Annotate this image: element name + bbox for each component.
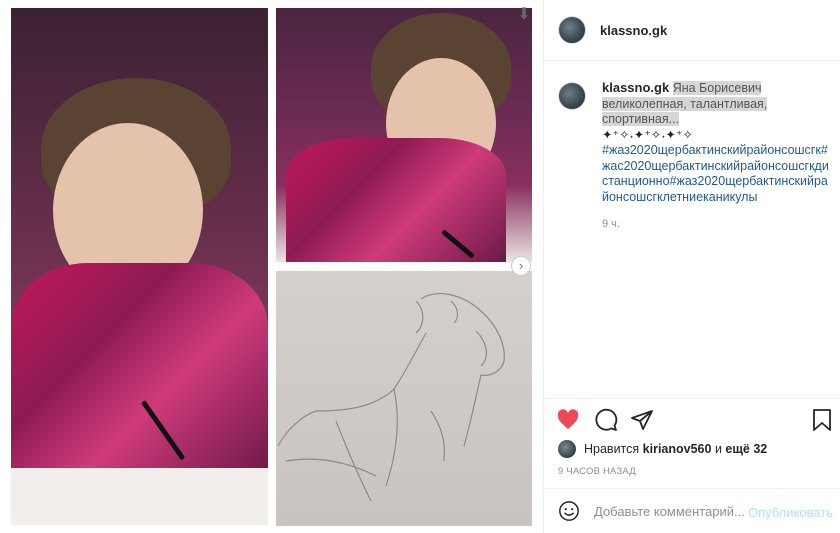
smiley-icon[interactable] bbox=[558, 500, 580, 522]
bookmark-icon[interactable] bbox=[810, 408, 834, 432]
post-header: klassno.gk bbox=[544, 0, 840, 61]
instagram-post: ⬇ › klassno.gk klassno.gk Яна Борисевич … bbox=[0, 0, 840, 533]
post-side-panel: klassno.gk klassno.gk Яна Борисевич вели… bbox=[543, 0, 840, 533]
post-media[interactable]: ⬇ › bbox=[0, 0, 543, 533]
collage-photo-girl-closeup bbox=[276, 8, 532, 262]
likes-prefix: Нравится bbox=[584, 442, 640, 456]
caption-body: klassno.gk Яна Борисевич великолепная, т… bbox=[602, 80, 832, 233]
shirt bbox=[286, 138, 506, 262]
likes-line: Нравится kirianov560 и ещё 32 bbox=[558, 440, 767, 458]
caption-avatar[interactable] bbox=[558, 82, 586, 110]
pencil-sketch bbox=[277, 293, 505, 502]
collage-photo-pencil-drawing bbox=[276, 271, 532, 526]
shirt bbox=[11, 263, 268, 478]
caption-sparkles: ✦⁺✧˖✦⁺✧˖✦⁺✧ bbox=[602, 127, 693, 142]
post-timestamp[interactable]: 9 ЧАСОВ НАЗАД bbox=[558, 466, 636, 477]
publish-button[interactable]: Опубликовать bbox=[748, 505, 833, 520]
collage-photo-girl-writing bbox=[11, 8, 268, 525]
table bbox=[11, 468, 268, 525]
likes-conjunction: и bbox=[714, 442, 722, 456]
heart-icon[interactable] bbox=[556, 408, 580, 432]
likes-others[interactable]: ещё 32 bbox=[725, 442, 767, 456]
likes-user[interactable]: kirianov560 bbox=[643, 442, 712, 456]
caption-username[interactable]: klassno.gk bbox=[602, 80, 669, 95]
comment-input[interactable] bbox=[594, 503, 744, 519]
caption: klassno.gk Яна Борисевич великолепная, т… bbox=[558, 80, 833, 233]
action-bar bbox=[544, 398, 840, 438]
speech-bubble-icon[interactable] bbox=[594, 408, 618, 432]
liker-avatar[interactable] bbox=[558, 440, 576, 458]
paper-plane-icon[interactable] bbox=[630, 408, 654, 432]
download-arrow-icon[interactable]: ⬇ bbox=[515, 6, 533, 24]
caption-hashtags[interactable]: #жаз2020щербактинскийрайонсошсгк#жас2020… bbox=[602, 143, 832, 205]
comment-bar: Опубликовать bbox=[544, 488, 840, 533]
caption-time: 9 ч. bbox=[602, 218, 620, 230]
chevron-right-icon[interactable]: › bbox=[511, 256, 531, 276]
avatar[interactable] bbox=[558, 16, 586, 44]
header-username[interactable]: klassno.gk bbox=[600, 23, 667, 38]
